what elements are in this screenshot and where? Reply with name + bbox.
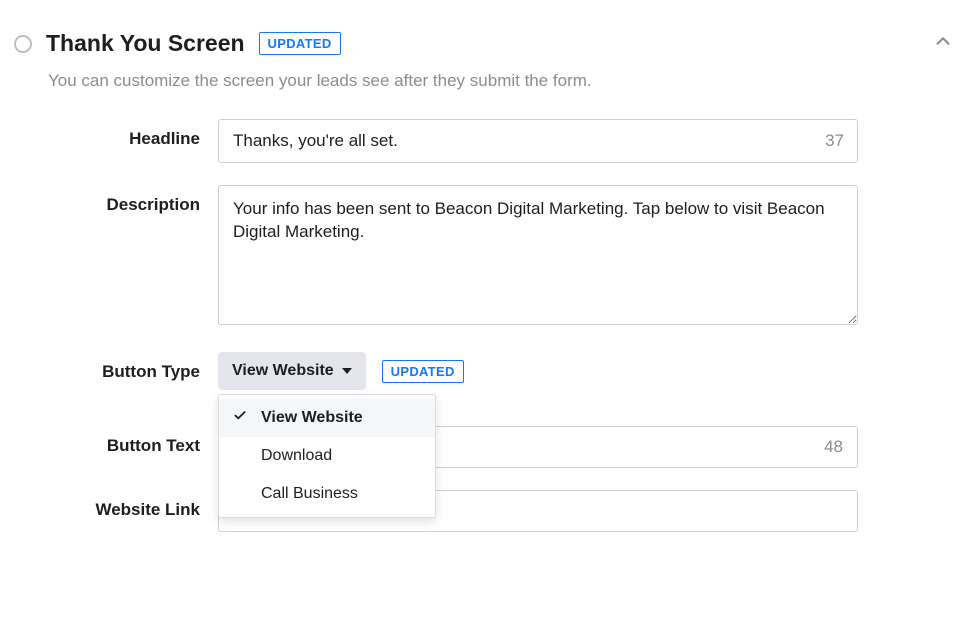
caret-down-icon bbox=[342, 368, 352, 374]
section-header: Thank You Screen UPDATED bbox=[14, 30, 960, 57]
section-title: Thank You Screen bbox=[46, 30, 245, 57]
description-textarea[interactable] bbox=[218, 185, 858, 325]
dropdown-option-view-website[interactable]: View Website bbox=[219, 399, 435, 437]
button-text-row: Button Text 48 bbox=[48, 426, 960, 468]
headline-label: Headline bbox=[48, 119, 218, 149]
button-text-label: Button Text bbox=[48, 426, 218, 456]
website-link-label: Website Link bbox=[48, 490, 218, 520]
headline-control: 37 bbox=[218, 119, 858, 163]
dropdown-option-download[interactable]: Download bbox=[219, 437, 435, 475]
description-label: Description bbox=[48, 185, 218, 215]
button-type-selected: View Website bbox=[232, 362, 334, 380]
button-type-updated-badge: UPDATED bbox=[382, 360, 464, 383]
button-type-row: Button Type View Website UPDATED View We… bbox=[48, 352, 960, 390]
dropdown-option-call-business[interactable]: Call Business bbox=[219, 475, 435, 513]
section-description: You can customize the screen your leads … bbox=[48, 71, 960, 91]
headline-input[interactable] bbox=[218, 119, 858, 163]
website-link-row: Website Link bbox=[48, 490, 960, 532]
button-type-dropdown[interactable]: View Website bbox=[218, 352, 366, 390]
button-type-menu: View Website Download Call Business bbox=[218, 394, 436, 518]
description-row: Description bbox=[48, 185, 960, 330]
description-control bbox=[218, 185, 858, 330]
button-type-label: Button Type bbox=[48, 352, 218, 382]
chevron-up-icon[interactable] bbox=[932, 30, 954, 57]
headline-row: Headline 37 bbox=[48, 119, 960, 163]
dropdown-option-label: View Website bbox=[261, 409, 363, 427]
check-icon bbox=[233, 409, 247, 428]
button-text-char-count: 48 bbox=[824, 437, 843, 457]
dropdown-option-label: Call Business bbox=[261, 485, 358, 503]
dropdown-option-label: Download bbox=[261, 447, 332, 465]
updated-badge: UPDATED bbox=[259, 32, 341, 55]
section-radio[interactable] bbox=[14, 35, 32, 53]
button-type-control: View Website UPDATED View Website Downlo… bbox=[218, 352, 858, 390]
form-rows: Headline 37 Description Button Type View… bbox=[48, 119, 960, 532]
headline-char-count: 37 bbox=[825, 131, 844, 151]
